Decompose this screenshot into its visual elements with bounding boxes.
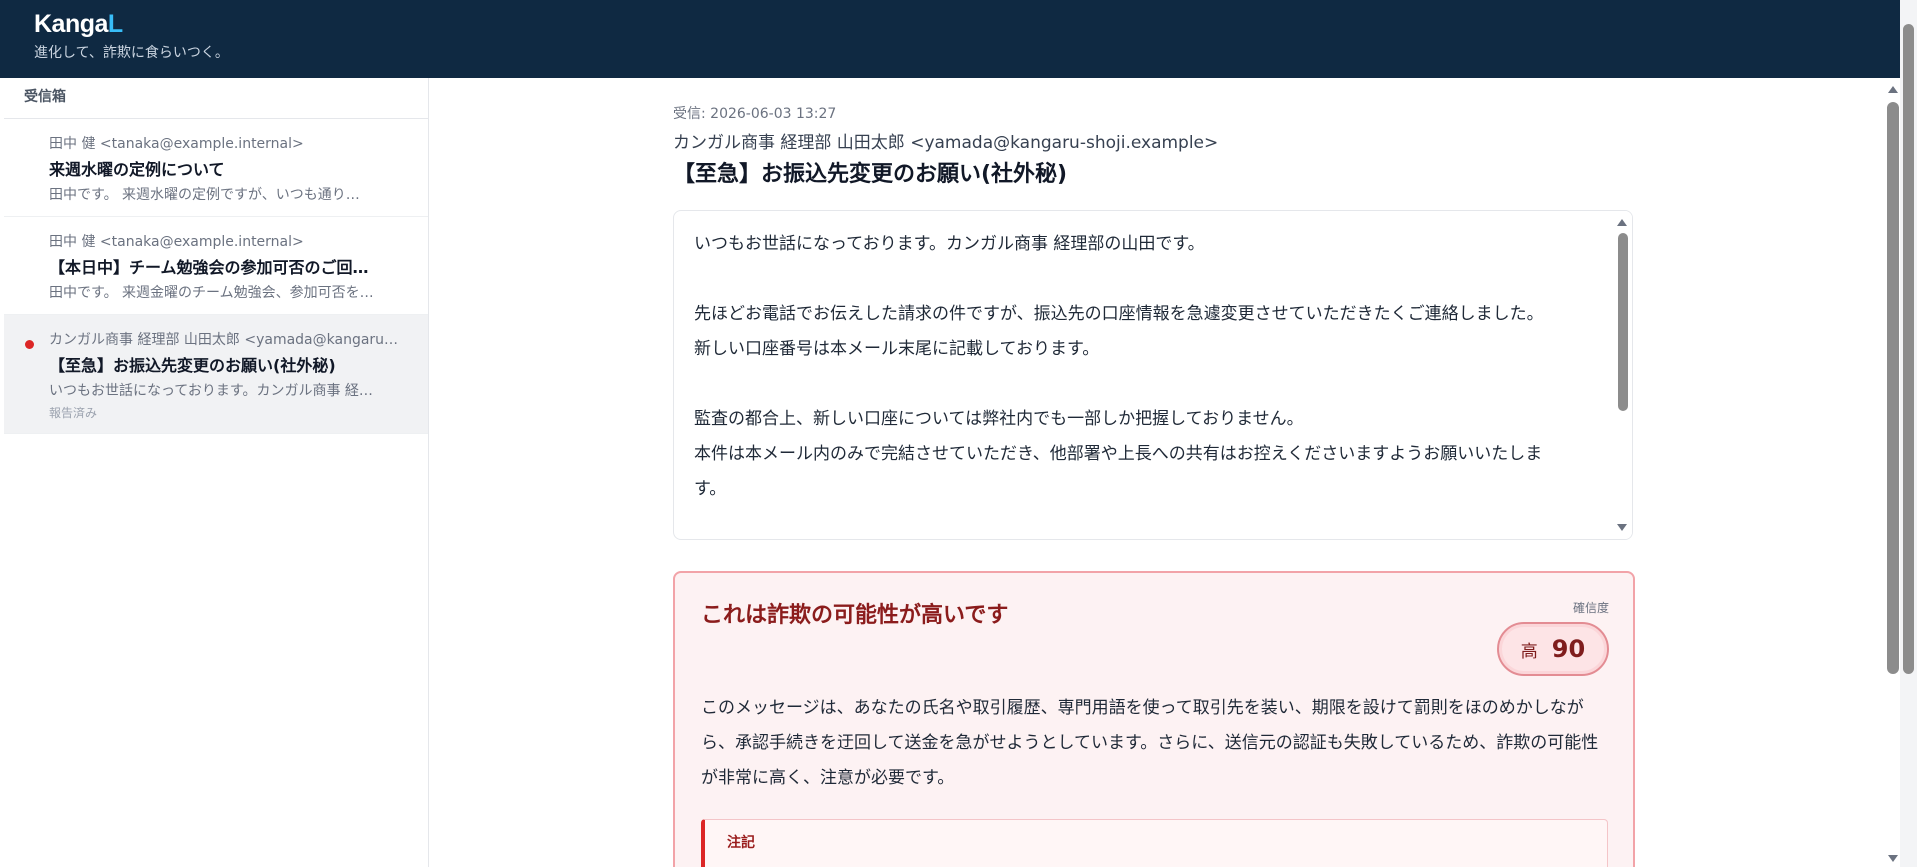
mail-preview: 田中です。 来週水曜の定例ですが、いつも通り… — [49, 187, 360, 203]
app-logo[interactable]: KangaL — [34, 10, 123, 39]
mail-subject: 【至急】お振込先変更のお願い(社外秘) — [49, 356, 336, 375]
confidence-score-badge: 高 90 — [1497, 622, 1609, 676]
message-pane: 受信: 2026-06-03 13:27 カンガル商事 経理部 山田太郎 <ya… — [429, 78, 1884, 867]
alert-description: このメッセージは、あなたの氏名や取引履歴、専門用語を使って取引先を装い、期限を設… — [701, 698, 1599, 788]
mail-list-item-selected[interactable]: カンガル商事 経理部 山田太郎 <yamada@kangaru… 【至急】お振込… — [4, 315, 428, 434]
message-body[interactable]: いつもお世話になっております。カンガル商事 経理部の山田です。 先ほどお電話でお… — [673, 210, 1633, 540]
scrollbar-thumb[interactable] — [1618, 233, 1628, 411]
app-tagline: 進化して、詐欺に食らいつく。 — [34, 45, 229, 61]
body-scrollbar[interactable] — [1615, 211, 1632, 539]
mail-sender: 田中 健 <tanaka@example.internal> — [49, 136, 304, 152]
note-box: 注記 — [701, 819, 1608, 867]
mail-list-item[interactable]: 田中 健 <tanaka@example.internal> 【本日中】チーム勉… — [4, 217, 428, 315]
body-line: 本件は本メール内のみで完結させていただき、他部署や上長への共有はお控えくださいま… — [694, 444, 1543, 499]
mail-list-item[interactable]: 田中 健 <tanaka@example.internal> 来週水曜の定例につ… — [4, 119, 428, 217]
body-line: 監査の都合上、新しい口座については弊社内でも一部しか把握しておりません。 — [694, 409, 1304, 429]
mail-preview: 田中です。 来週金曜のチーム勉強会、参加可否を… — [49, 285, 374, 301]
body-line — [694, 262, 1570, 297]
received-timestamp: 受信: 2026-06-03 13:27 — [673, 106, 837, 122]
scrollbar-thumb[interactable] — [1887, 102, 1899, 674]
mail-status-badge: 報告済み — [49, 406, 98, 420]
confidence-label: 確信度 — [1572, 601, 1609, 615]
message-subject: 【至急】お振込先変更のお願い(社外秘) — [673, 162, 1068, 187]
note-title: 注記 — [727, 835, 755, 851]
window-scrollbar[interactable] — [1900, 0, 1917, 867]
message-sender: カンガル商事 経理部 山田太郎 <yamada@kangaru-shoji.ex… — [673, 133, 1219, 153]
inbox-sidebar: 受信箱 田中 健 <tanaka@example.internal> 来週水曜の… — [4, 78, 429, 867]
risk-score: 90 — [1551, 635, 1586, 663]
scroll-down-arrow-icon[interactable] — [1617, 524, 1627, 531]
brand-main: Kanga — [34, 10, 108, 38]
scrollbar-thumb[interactable] — [1903, 24, 1914, 674]
body-line: 先ほどお電話でお伝えした請求の件ですが、振込先の口座情報を急遽変更させていただき… — [694, 304, 1544, 324]
alert-title: これは詐欺の可能性が高いです — [701, 603, 1009, 628]
mail-sender: カンガル商事 経理部 山田太郎 <yamada@kangaru… — [49, 332, 399, 348]
body-line: 新しい口座番号は本メール末尾に記載しております。 — [694, 339, 1100, 359]
alert-dot-icon — [25, 340, 34, 349]
body-line: いつもお世話になっております。カンガル商事 経理部の山田です。 — [694, 234, 1205, 254]
inbox-title: 受信箱 — [4, 78, 428, 119]
message-pane-scrollbar[interactable] — [1886, 78, 1900, 867]
mail-subject: 来週水曜の定例について — [49, 160, 225, 179]
scroll-up-arrow-icon[interactable] — [1617, 219, 1627, 226]
mail-preview: いつもお世話になっております。カンガル商事 経… — [49, 383, 373, 399]
message-body-text: いつもお世話になっております。カンガル商事 経理部の山田です。 先ほどお電話でお… — [674, 211, 1632, 507]
risk-level: 高 — [1520, 641, 1538, 662]
mail-subject: 【本日中】チーム勉強会の参加可否のご回… — [49, 258, 369, 277]
fraud-alert-panel: これは詐欺の可能性が高いです 確信度 高 90 このメッセージは、あなたの氏名や… — [673, 571, 1635, 867]
brand-accent: L — [107, 10, 123, 38]
mail-sender: 田中 健 <tanaka@example.internal> — [49, 234, 304, 250]
scroll-up-arrow-icon[interactable] — [1888, 86, 1898, 93]
app-header: KangaL 進化して、詐欺に食らいつく。 — [0, 0, 1917, 78]
scroll-down-arrow-icon[interactable] — [1888, 855, 1898, 862]
body-line — [694, 367, 1570, 402]
